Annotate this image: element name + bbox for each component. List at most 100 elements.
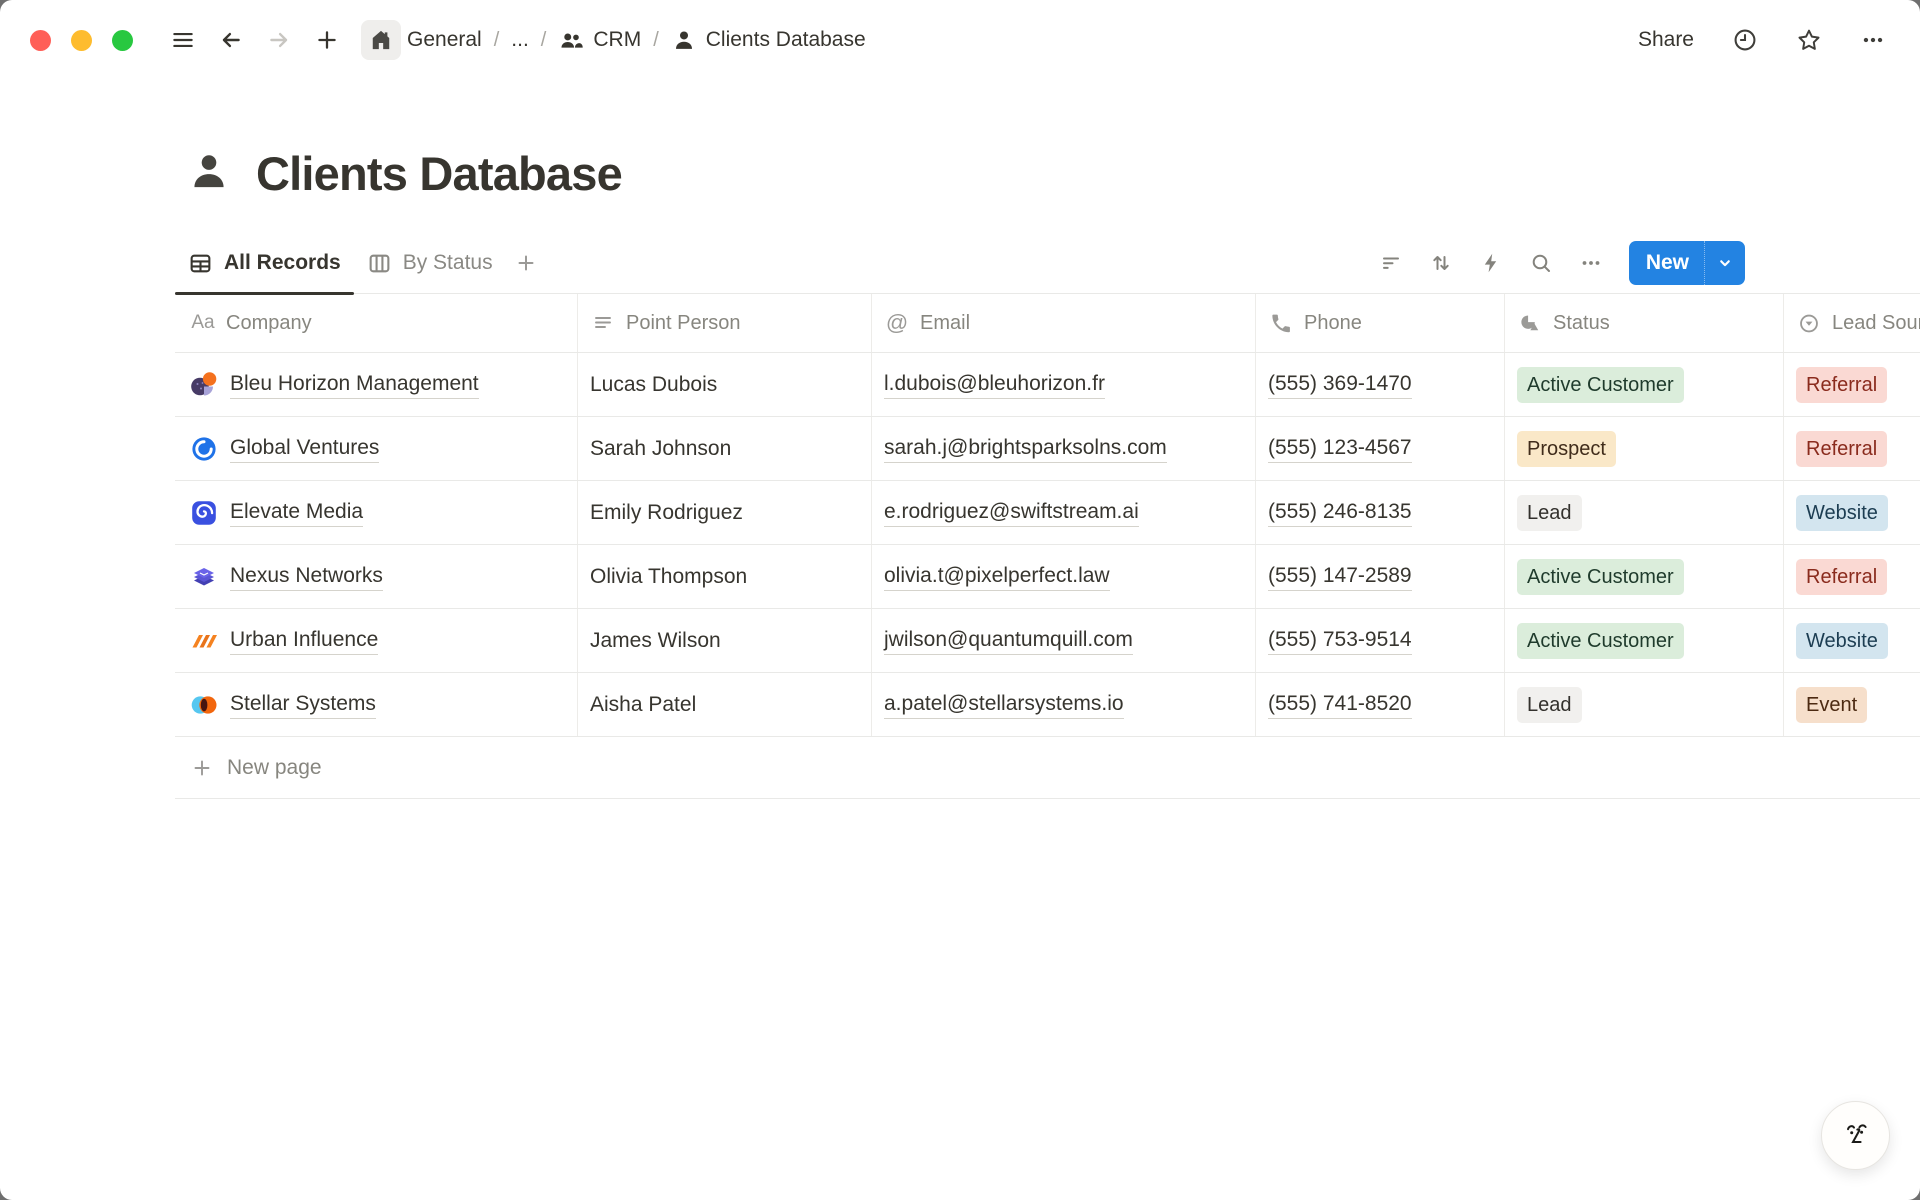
column-header-company[interactable]: Aa Company xyxy=(175,294,578,352)
company-link[interactable]: Urban Influence xyxy=(230,626,378,655)
company-cell[interactable]: Stellar Systems xyxy=(175,673,578,736)
company-cell[interactable]: Global Ventures xyxy=(175,417,578,480)
company-cell[interactable]: Elevate Media xyxy=(175,481,578,544)
status-badge[interactable]: Active Customer xyxy=(1517,367,1684,403)
favorite-button[interactable] xyxy=(1796,27,1822,53)
new-tab-button[interactable] xyxy=(307,20,347,60)
column-header-email[interactable]: @ Email xyxy=(872,294,1256,352)
status-cell[interactable]: Prospect xyxy=(1505,417,1784,480)
point-person-cell[interactable]: James Wilson xyxy=(578,609,872,672)
phone-cell[interactable]: (555) 246-8135 xyxy=(1256,481,1505,544)
lead-source-cell[interactable]: Referral xyxy=(1784,353,1920,416)
email-cell[interactable]: olivia.t@pixelperfect.law xyxy=(872,545,1256,608)
minimize-window-button[interactable] xyxy=(71,30,92,51)
new-dropdown-button[interactable] xyxy=(1705,241,1745,285)
sort-button[interactable] xyxy=(1421,243,1461,283)
global-ventures-logo-icon xyxy=(190,435,218,463)
breadcrumb: General / ... / CRM / Clients Database xyxy=(407,27,866,53)
add-view-button[interactable] xyxy=(506,243,546,283)
sidebar-menu-button[interactable] xyxy=(163,20,203,60)
lead-source-badge[interactable]: Referral xyxy=(1796,367,1887,403)
column-header-lead-source[interactable]: Lead Source xyxy=(1784,294,1920,352)
lead-source-cell[interactable]: Website xyxy=(1784,609,1920,672)
breadcrumb-general[interactable]: General xyxy=(407,28,482,52)
tab-by-status[interactable]: By Status xyxy=(354,233,506,293)
share-button[interactable]: Share xyxy=(1638,28,1694,52)
lead-source-badge[interactable]: Referral xyxy=(1796,431,1887,467)
phone-cell[interactable]: (555) 147-2589 xyxy=(1256,545,1505,608)
more-options-button[interactable] xyxy=(1860,27,1886,53)
breadcrumb-ellipsis[interactable]: ... xyxy=(511,28,529,52)
lead-source-cell[interactable]: Event xyxy=(1784,673,1920,736)
email-cell[interactable]: a.patel@stellarsystems.io xyxy=(872,673,1256,736)
lead-source-cell[interactable]: Website xyxy=(1784,481,1920,544)
company-cell[interactable]: Urban Influence xyxy=(175,609,578,672)
email-cell[interactable]: jwilson@quantumquill.com xyxy=(872,609,1256,672)
lead-source-cell[interactable]: Referral xyxy=(1784,545,1920,608)
lead-source-badge[interactable]: Website xyxy=(1796,623,1888,659)
point-person-cell[interactable]: Sarah Johnson xyxy=(578,417,872,480)
status-badge[interactable]: Active Customer xyxy=(1517,559,1684,595)
company-link[interactable]: Global Ventures xyxy=(230,434,379,463)
email-cell[interactable]: sarah.j@brightsparksolns.com xyxy=(872,417,1256,480)
phone-cell[interactable]: (555) 741-8520 xyxy=(1256,673,1505,736)
breadcrumb-clients-database[interactable]: Clients Database xyxy=(671,27,866,53)
status-cell[interactable]: Active Customer xyxy=(1505,545,1784,608)
title-icon: Aa xyxy=(190,312,216,334)
new-page-button[interactable]: New page xyxy=(175,736,1920,799)
close-window-button[interactable] xyxy=(30,30,51,51)
lead-source-badge[interactable]: Website xyxy=(1796,495,1888,531)
view-options-button[interactable] xyxy=(1571,243,1611,283)
status-badge[interactable]: Active Customer xyxy=(1517,623,1684,659)
email-text: jwilson@quantumquill.com xyxy=(884,626,1133,655)
automations-button[interactable] xyxy=(1471,243,1511,283)
clock-icon xyxy=(1732,27,1758,53)
status-badge[interactable]: Lead xyxy=(1517,687,1582,723)
lead-source-badge[interactable]: Event xyxy=(1796,687,1867,723)
back-button[interactable] xyxy=(211,20,251,60)
status-cell[interactable]: Active Customer xyxy=(1505,353,1784,416)
company-link[interactable]: Bleu Horizon Management xyxy=(230,370,479,399)
forward-button[interactable] xyxy=(259,20,299,60)
phone-cell[interactable]: (555) 123-4567 xyxy=(1256,417,1505,480)
status-cell[interactable]: Lead xyxy=(1505,673,1784,736)
point-person-cell[interactable]: Lucas Dubois xyxy=(578,353,872,416)
status-badge[interactable]: Lead xyxy=(1517,495,1582,531)
column-header-status[interactable]: Status xyxy=(1505,294,1784,352)
status-cell[interactable]: Active Customer xyxy=(1505,609,1784,672)
point-person-cell[interactable]: Emily Rodriguez xyxy=(578,481,872,544)
status-cell[interactable]: Lead xyxy=(1505,481,1784,544)
new-button[interactable]: New xyxy=(1629,241,1745,285)
company-cell[interactable]: Bleu Horizon Management xyxy=(175,353,578,416)
tab-all-records[interactable]: All Records xyxy=(175,233,354,293)
company-link[interactable]: Elevate Media xyxy=(230,498,363,527)
point-person-cell[interactable]: Aisha Patel xyxy=(578,673,872,736)
lead-source-badge[interactable]: Referral xyxy=(1796,559,1887,595)
email-cell[interactable]: l.dubois@bleuhorizon.fr xyxy=(872,353,1256,416)
phone-cell[interactable]: (555) 369-1470 xyxy=(1256,353,1505,416)
breadcrumb-crm[interactable]: CRM xyxy=(558,27,641,53)
zoom-window-button[interactable] xyxy=(112,30,133,51)
filter-button[interactable] xyxy=(1371,243,1411,283)
updates-button[interactable] xyxy=(1732,27,1758,53)
star-icon xyxy=(1796,27,1822,53)
lead-source-cell[interactable]: Referral xyxy=(1784,417,1920,480)
status-badge[interactable]: Prospect xyxy=(1517,431,1616,467)
home-button[interactable] xyxy=(361,20,401,60)
phone-cell[interactable]: (555) 753-9514 xyxy=(1256,609,1505,672)
company-cell[interactable]: Nexus Networks xyxy=(175,545,578,608)
company-link[interactable]: Nexus Networks xyxy=(230,562,383,591)
search-button[interactable] xyxy=(1521,243,1561,283)
page-icon[interactable] xyxy=(186,148,232,199)
column-header-point-person[interactable]: Point Person xyxy=(578,294,872,352)
text-icon xyxy=(590,311,616,335)
point-person-cell[interactable]: Olivia Thompson xyxy=(578,545,872,608)
email-cell[interactable]: e.rodriguez@swiftstream.ai xyxy=(872,481,1256,544)
company-link[interactable]: Stellar Systems xyxy=(230,690,376,719)
email-text: a.patel@stellarsystems.io xyxy=(884,690,1124,719)
person-icon xyxy=(671,27,697,53)
column-header-phone[interactable]: Phone xyxy=(1256,294,1505,352)
column-label: Status xyxy=(1553,312,1610,335)
page-title[interactable]: Clients Database xyxy=(256,146,622,201)
assistant-button[interactable] xyxy=(1821,1101,1890,1170)
